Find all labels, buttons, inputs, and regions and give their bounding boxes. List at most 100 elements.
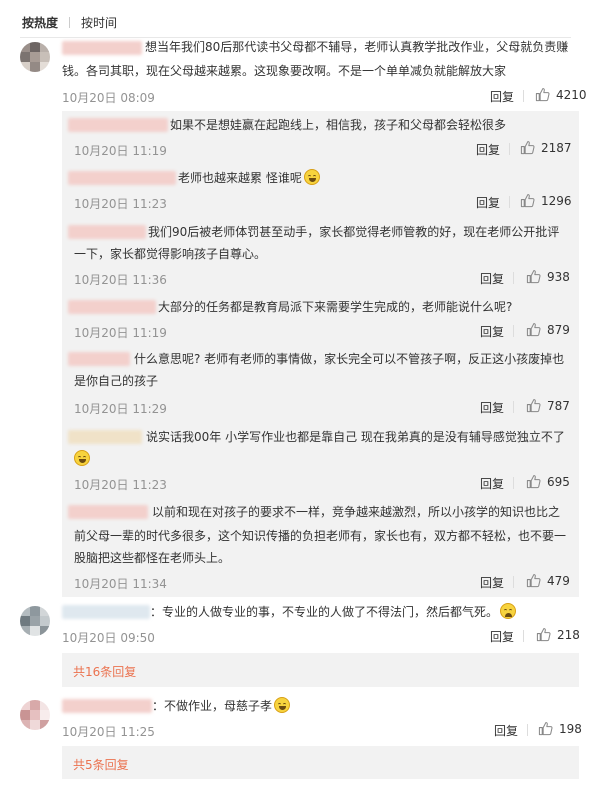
comment-text: ：不做作业，母慈子孝 bbox=[152, 697, 291, 716]
like-button[interactable]: 198 bbox=[538, 721, 582, 736]
like-count: 695 bbox=[547, 474, 570, 489]
reply-text bbox=[74, 450, 90, 469]
username-redacted[interactable] bbox=[68, 430, 142, 444]
reply-button[interactable]: 回复 bbox=[480, 574, 504, 591]
like-button[interactable]: 218 bbox=[536, 627, 580, 642]
tab-sort-by-hot[interactable]: 按热度 bbox=[22, 14, 58, 31]
like-count: 787 bbox=[547, 398, 570, 413]
separator bbox=[513, 272, 514, 284]
username-redacted[interactable] bbox=[62, 699, 152, 713]
reply-time: 10月20日 11:19 bbox=[74, 326, 167, 340]
comment-text: ：专业的人做专业的事，不专业的人做了不得法门，然后都气死。 bbox=[150, 603, 517, 622]
username-redacted[interactable] bbox=[68, 505, 148, 519]
username-redacted[interactable] bbox=[68, 225, 146, 239]
reply-time: 10月20日 11:36 bbox=[74, 273, 167, 287]
comment-text: 想当年我们80后那代读书父母都不辅导，老师认真教学批改作业，父母就负责赚 bbox=[145, 40, 569, 54]
username-redacted[interactable] bbox=[68, 118, 168, 132]
reply-time: 10月20日 11:34 bbox=[74, 577, 167, 591]
username-redacted[interactable] bbox=[68, 171, 176, 185]
tab-sort-by-time[interactable]: 按时间 bbox=[81, 14, 117, 31]
like-button[interactable]: 938 bbox=[526, 269, 570, 284]
laughing-emoji-icon bbox=[274, 697, 291, 713]
reply-time: 10月20日 11:19 bbox=[74, 144, 167, 158]
reply-time: 10月20日 11:23 bbox=[74, 197, 167, 211]
like-count: 4210 bbox=[556, 87, 587, 102]
like-count: 879 bbox=[547, 322, 570, 337]
username-redacted[interactable] bbox=[62, 41, 142, 55]
separator bbox=[513, 325, 514, 337]
reply-button[interactable]: 回复 bbox=[480, 270, 504, 287]
reply-text: 什么意思呢? 老师有老师的事情做，家长完全可以不管孩子啊，反正这小孩废掉也 bbox=[134, 352, 565, 366]
thumbs-up-icon bbox=[535, 88, 550, 102]
thumbs-up-icon bbox=[526, 574, 541, 588]
reply-text: 大部分的任务都是教育局派下来需要学生完成的，老师能说什么呢? bbox=[158, 300, 513, 314]
reply-button[interactable]: 回复 bbox=[476, 194, 500, 211]
comment-time: 10月20日 09:50 bbox=[62, 631, 155, 645]
like-button[interactable]: 1296 bbox=[520, 193, 572, 208]
separator bbox=[523, 630, 524, 642]
more-replies-box bbox=[62, 653, 579, 687]
reply-button[interactable]: 回复 bbox=[490, 88, 514, 105]
like-count: 1296 bbox=[541, 193, 572, 208]
thumbs-up-icon bbox=[536, 628, 551, 642]
avatar[interactable] bbox=[20, 606, 50, 636]
thumbs-up-icon bbox=[520, 194, 535, 208]
like-count: 479 bbox=[547, 573, 570, 588]
separator bbox=[513, 477, 514, 489]
username-redacted[interactable] bbox=[68, 300, 156, 314]
reply-text: 股脑把这些都怪在老师头上。 bbox=[74, 551, 231, 565]
avatar[interactable] bbox=[20, 42, 50, 72]
thumbs-up-icon bbox=[526, 270, 541, 284]
laughing-emoji-icon bbox=[74, 450, 90, 466]
comment-text: 钱。各司其职，现在父母越来越累。这现象要改啊。不是一个单单减负就能解放大家 bbox=[62, 64, 507, 78]
username-redacted[interactable] bbox=[62, 605, 150, 619]
reply-button[interactable]: 回复 bbox=[490, 628, 514, 645]
sort-tabs: 按热度 按时间 bbox=[22, 14, 117, 31]
reply-text: 是你自己的孩子 bbox=[74, 374, 159, 388]
like-count: 938 bbox=[547, 269, 570, 284]
username-redacted[interactable] bbox=[68, 352, 130, 366]
reply-text: 老师也越来越累 怪谁呢 bbox=[178, 169, 320, 188]
reply-button[interactable]: 回复 bbox=[476, 141, 500, 158]
reply-button[interactable]: 回复 bbox=[480, 323, 504, 340]
like-button[interactable]: 695 bbox=[526, 474, 570, 489]
reply-button[interactable]: 回复 bbox=[480, 399, 504, 416]
separator bbox=[527, 724, 528, 736]
tab-separator bbox=[69, 17, 71, 28]
thumbs-up-icon bbox=[538, 722, 553, 736]
separator bbox=[513, 576, 514, 588]
reply-text: 前父母一辈的时代多很多，这个知识传播的负担老师有，家长也有，双方都不轻松，也不要… bbox=[74, 529, 567, 543]
avatar[interactable] bbox=[20, 700, 50, 730]
like-count: 2187 bbox=[541, 140, 572, 155]
reply-button[interactable]: 回复 bbox=[480, 475, 504, 492]
separator bbox=[513, 401, 514, 413]
separator bbox=[509, 143, 510, 155]
thumbs-up-icon bbox=[526, 323, 541, 337]
reply-text: 我们90后被老师体罚甚至动手，家长都觉得老师管教的好，现在老师公开批评 bbox=[148, 225, 560, 239]
separator bbox=[509, 196, 510, 208]
thumbs-up-icon bbox=[526, 399, 541, 413]
like-button[interactable]: 879 bbox=[526, 322, 570, 337]
like-button[interactable]: 479 bbox=[526, 573, 570, 588]
more-replies-link[interactable]: 共5条回复 bbox=[73, 756, 129, 773]
more-replies-box bbox=[62, 746, 579, 779]
separator bbox=[523, 90, 524, 102]
reply-text: 以前和现在对孩子的要求不一样，竞争越来越激烈，所以小孩学的知识也比之 bbox=[152, 505, 561, 519]
like-button[interactable]: 787 bbox=[526, 398, 570, 413]
reply-time: 10月20日 11:23 bbox=[74, 478, 167, 492]
reply-text: 一下，家长都觉得影响孩子自尊心。 bbox=[74, 247, 267, 261]
reply-button[interactable]: 回复 bbox=[494, 722, 518, 739]
laughing-emoji-icon bbox=[303, 169, 320, 185]
like-count: 198 bbox=[559, 721, 582, 736]
like-count: 218 bbox=[557, 627, 580, 642]
reply-text: 如果不是想娃赢在起跑线上，相信我，孩子和父母都会轻松很多 bbox=[170, 118, 507, 132]
thumbs-up-icon bbox=[520, 141, 535, 155]
crying-emoji-icon bbox=[500, 603, 517, 619]
like-button[interactable]: 2187 bbox=[520, 140, 572, 155]
reply-text: 说实话我00年 小学写作业也都是靠自己 现在我弟真的是没有辅导感觉独立不了 bbox=[146, 430, 565, 444]
comment-time: 10月20日 08:09 bbox=[62, 91, 155, 105]
more-replies-link[interactable]: 共16条回复 bbox=[73, 663, 136, 680]
comment-time: 10月20日 11:25 bbox=[62, 725, 155, 739]
like-button[interactable]: 4210 bbox=[535, 87, 587, 102]
thumbs-up-icon bbox=[526, 475, 541, 489]
